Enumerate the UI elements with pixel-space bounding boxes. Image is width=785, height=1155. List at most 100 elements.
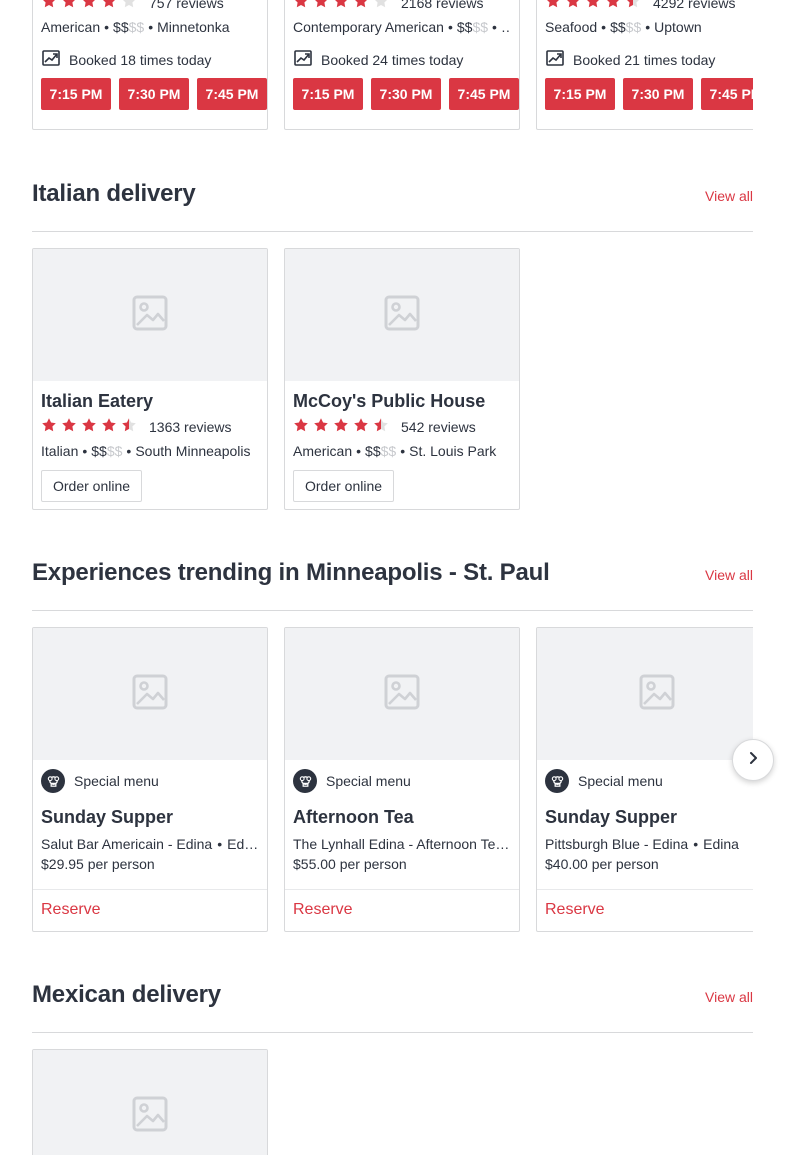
time-slot-button[interactable]: 7:30 PM (623, 78, 693, 110)
restaurant-card[interactable]: McCoy's Public House 542 reviews America… (284, 248, 520, 510)
time-slot-button[interactable]: 7:15 PM (41, 78, 111, 110)
image-placeholder-icon (383, 673, 421, 716)
star-icon (121, 0, 137, 14)
image-placeholder-icon (638, 673, 676, 716)
restaurant-card[interactable]: 2168 reviews Contemporary American • $$$$ •… (284, 0, 520, 130)
time-slot-button[interactable]: 7:15 PM (545, 78, 615, 110)
experience-name[interactable]: Sunday Supper (545, 807, 677, 828)
cuisine: Contemporary American (293, 19, 444, 35)
special-menu-badge: Special menu (293, 769, 411, 793)
restaurant-carousel: 757 reviews American • $$$$ • Minnetonka Boo… (32, 0, 753, 130)
experience-carousel: Special menu Sunday Supper Salut Bar Ame… (32, 627, 753, 932)
rating: 1363 reviews (41, 417, 232, 438)
time-slot-button[interactable]: 7:45 PM (197, 78, 267, 110)
venue-name: Salut Bar Americain - Edina (41, 836, 213, 852)
star-icon (81, 0, 97, 14)
restaurant-card[interactable]: 757 reviews American • $$$$ • Minnetonka Boo… (32, 0, 268, 130)
card-footer: Reserve (537, 889, 753, 931)
restaurant-card[interactable] (32, 1049, 268, 1155)
time-slots: 7:15 PM 7:30 PM 7:45 PM (41, 78, 267, 110)
order-online-button[interactable]: Order online (293, 470, 395, 502)
reserve-link[interactable]: Reserve (293, 901, 353, 919)
booked-count: Booked 24 times today (293, 48, 463, 71)
experience-name[interactable]: Afternoon Tea (293, 807, 414, 828)
restaurant-carousel (32, 1049, 753, 1155)
view-all-link[interactable]: View all (705, 989, 753, 1005)
time-slot-button[interactable]: 7:45 PM (449, 78, 519, 110)
rating: 542 reviews (293, 417, 476, 438)
review-count[interactable]: 2168 reviews (401, 0, 484, 11)
location: St. Louis Park (409, 443, 497, 459)
time-slot-button[interactable]: 7:45 PM (701, 78, 753, 110)
price-dim: $$ (472, 19, 489, 35)
review-count[interactable]: 757 reviews (149, 0, 224, 11)
star-icon (81, 417, 97, 438)
star-icon (373, 417, 389, 438)
price-dim: $$ (106, 443, 123, 459)
divider (32, 610, 753, 611)
review-count[interactable]: 1363 reviews (149, 419, 232, 435)
experience-name[interactable]: Sunday Supper (41, 807, 173, 828)
price: $$ (365, 443, 381, 459)
restaurant-name[interactable]: McCoy's Public House (293, 391, 485, 412)
restaurant-photo (33, 249, 267, 381)
special-menu-badge: Special menu (545, 769, 663, 793)
star-icon (625, 0, 641, 14)
rating: 4292 reviews (545, 0, 736, 11)
order-online-button[interactable]: Order online (41, 470, 143, 502)
venue-location: Edina (227, 836, 259, 852)
star-icon (353, 417, 369, 438)
trending-up-icon (293, 48, 321, 71)
image-placeholder-icon (131, 1095, 169, 1138)
star-icon (61, 0, 77, 14)
venue-location: Edina (703, 836, 739, 852)
price: $$ (456, 19, 473, 35)
booked-text: Booked 24 times today (321, 51, 464, 68)
restaurant-card[interactable]: 4292 reviews Seafood • $$$$ • Uptown Booked … (536, 0, 753, 130)
chevron-right-icon (745, 750, 761, 771)
time-slot-button[interactable]: 7:30 PM (119, 78, 189, 110)
booked-text: Booked 18 times today (69, 51, 212, 68)
star-icon (293, 0, 309, 14)
star-icon (41, 417, 57, 438)
time-slot-button[interactable]: 7:30 PM (371, 78, 441, 110)
review-count[interactable]: 4292 reviews (653, 0, 736, 11)
experience-card[interactable]: Special menu Sunday Supper Pittsburgh Bl… (536, 627, 753, 932)
experience-card[interactable]: Special menu Sunday Supper Salut Bar Ame… (32, 627, 268, 932)
trending-up-icon (545, 48, 573, 71)
reserve-link[interactable]: Reserve (41, 901, 101, 919)
restaurant-name[interactable]: Italian Eatery (41, 391, 153, 412)
experience-photo (285, 628, 519, 760)
special-menu-label: Special menu (578, 773, 663, 789)
image-placeholder-icon (131, 294, 169, 337)
carousel-next-button[interactable] (732, 739, 774, 781)
time-slot-button[interactable]: 7:15 PM (293, 78, 363, 110)
cuisine: Seafood (545, 19, 598, 35)
restaurant-card[interactable]: Italian Eatery 1363 reviews Italian • $$$$… (32, 248, 268, 510)
location: Uptown (654, 19, 702, 35)
chef-icon (545, 769, 569, 793)
experience-price: $55.00 per person (293, 856, 407, 872)
star-icon (353, 0, 369, 14)
mexican-delivery-section: Mexican delivery View all (32, 981, 753, 1155)
experience-price: $29.95 per person (41, 856, 155, 872)
price: $$ (610, 19, 626, 35)
price-dim: $$ (128, 19, 145, 35)
card-footer: Reserve (285, 889, 519, 931)
experience-venue: Pittsburgh Blue - Edina • Edina (545, 836, 739, 852)
location: … (501, 19, 511, 35)
section-header: Mexican delivery View all (32, 981, 753, 1021)
experience-card[interactable]: Special menu Afternoon Tea The Lynhall E… (284, 627, 520, 932)
restaurant-meta: American • $$$$ • Minnetonka (41, 19, 230, 35)
review-count[interactable]: 542 reviews (401, 419, 476, 435)
view-all-link[interactable]: View all (705, 188, 753, 204)
image-placeholder-icon (383, 294, 421, 337)
star-rating (41, 0, 137, 14)
time-slots: 7:15 PM 7:30 PM 7:45 PM (293, 78, 519, 110)
reserve-link[interactable]: Reserve (545, 901, 605, 919)
rating: 757 reviews (41, 0, 224, 11)
view-all-link[interactable]: View all (705, 567, 753, 583)
star-icon (61, 417, 77, 438)
venue-name: Pittsburgh Blue - Edina (545, 836, 689, 852)
experience-photo (33, 628, 267, 760)
